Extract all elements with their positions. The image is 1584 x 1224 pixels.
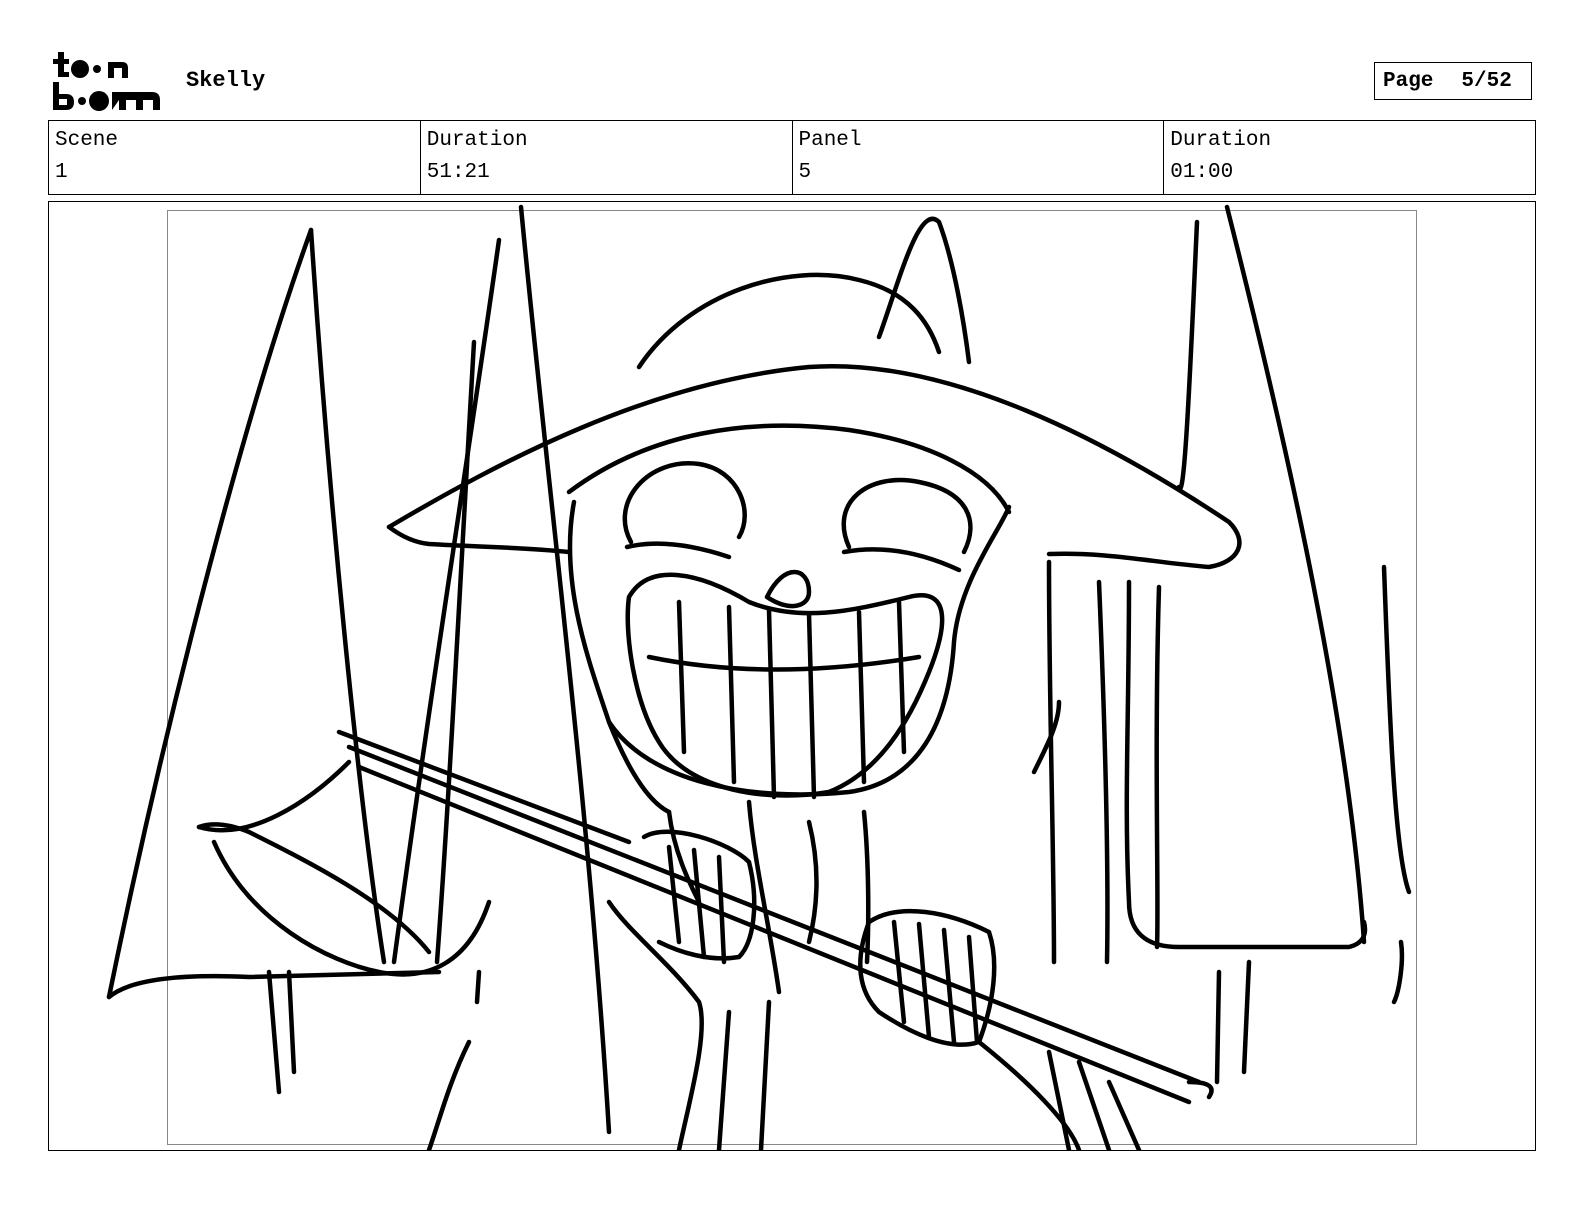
panel-cell: Panel 5 <box>793 121 1165 194</box>
scene-duration-label: Duration <box>426 129 528 152</box>
sketch-skeleton-scarecrow-with-scythe <box>106 204 1412 1150</box>
storyboard-panel <box>48 201 1536 1151</box>
panel-value: 5 <box>798 161 812 184</box>
page-label: Page <box>1383 69 1434 93</box>
toon-boom-logo <box>52 50 164 112</box>
page-indicator: Page 5/52 <box>1374 62 1532 100</box>
project-title: Skelly <box>186 68 266 93</box>
scene-cell: Scene 1 <box>49 121 421 194</box>
scene-duration-value: 51:21 <box>426 161 490 184</box>
scene-label: Scene <box>55 129 119 152</box>
panel-label: Panel <box>798 129 862 152</box>
panel-duration-label: Duration <box>1170 129 1272 152</box>
panel-duration-value: 01:00 <box>1170 161 1234 184</box>
panel-duration-cell: Duration 01:00 <box>1164 121 1535 194</box>
scene-duration-cell: Duration 51:21 <box>421 121 793 194</box>
scene-info-table: Scene 1 Duration 51:21 Panel 5 Duration … <box>48 120 1536 195</box>
page-number: 5/52 <box>1461 69 1512 93</box>
scene-value: 1 <box>55 161 68 184</box>
